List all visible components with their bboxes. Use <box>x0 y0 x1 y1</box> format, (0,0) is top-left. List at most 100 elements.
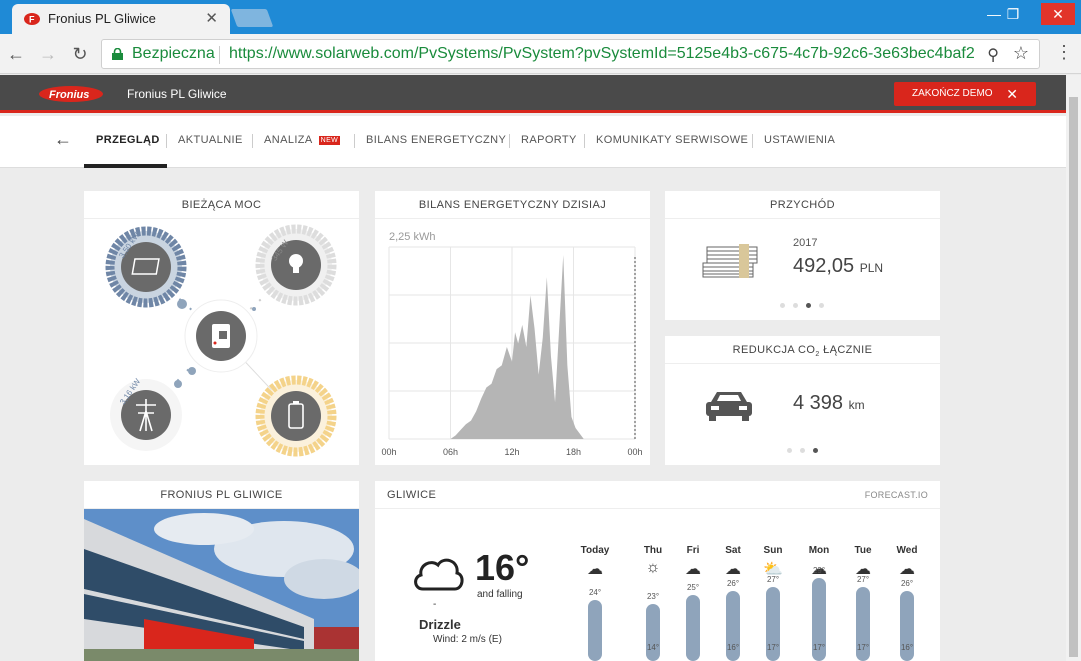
forecast-high-temp: 23° <box>646 592 660 602</box>
site-photo-card: FRONIUS PL GLIWICE <box>84 481 359 661</box>
address-separator <box>219 46 220 64</box>
end-demo-button[interactable]: ZAKOŃCZ DEMO ✕ <box>894 82 1036 106</box>
forecast-temp-bar <box>588 599 602 661</box>
weather-card: GLIWICE FORECAST.IO 16° and falling - Dr… <box>375 481 940 661</box>
tab-analiza[interactable]: ANALIZA NEW <box>264 134 341 146</box>
forward-icon[interactable]: → <box>36 42 60 66</box>
tab-bilans-energetyczny[interactable]: BILANS ENERGETYCZNY <box>366 134 506 146</box>
fronius-logo[interactable]: Fronius <box>38 85 104 103</box>
reload-icon[interactable]: ↻ <box>68 42 92 66</box>
pager-dot[interactable] <box>800 448 805 453</box>
window-close-icon[interactable]: ✕ <box>1041 3 1075 25</box>
browser-menu-icon[interactable]: ⋮ <box>1055 42 1073 63</box>
search-icon[interactable]: ⚲ <box>987 45 999 65</box>
revenue-amount: 492,05 <box>793 255 855 277</box>
pager-dot-active[interactable] <box>813 448 818 453</box>
flow-dot <box>174 380 182 388</box>
load-node[interactable]: 345 W <box>255 224 337 306</box>
co2-unit: km <box>848 398 865 412</box>
co2-card: REDUKCJA CO2 ŁĄCZNIE 4 398 km <box>665 336 940 465</box>
pager-dot[interactable] <box>819 303 824 308</box>
address-bar[interactable]: Bezpieczna https://www.solarweb.com/PvSy… <box>101 39 1040 69</box>
revenue-currency: PLN <box>859 261 884 275</box>
maximize-icon[interactable]: ❐ <box>996 3 1030 25</box>
pager-dot[interactable] <box>787 448 792 453</box>
tab-raporty[interactable]: RAPORTY <box>521 134 577 146</box>
forecast-high-temp: 25° <box>686 583 700 593</box>
chart-x-tick-label: 00h <box>627 447 642 457</box>
browser-tab[interactable]: F Fronius PL Gliwice ✕ <box>12 4 230 34</box>
back-arrow-icon[interactable]: ← <box>54 129 72 150</box>
co2-pager[interactable] <box>787 448 818 453</box>
browser-toolbar: ← → ↻ Bezpieczna https://www.solarweb.co… <box>0 34 1081 74</box>
forecast-low-temp: 17° <box>766 643 780 652</box>
forecast-day-label: Mon <box>808 545 830 556</box>
card-title: BILANS ENERGETYCZNY DZISIAJ <box>375 191 650 219</box>
cloud-icon: ☁ <box>587 561 603 578</box>
wind-info: Wind: 2 m/s (E) <box>433 634 502 645</box>
pager-dot[interactable] <box>793 303 798 308</box>
forecast-day-label: Thu <box>643 545 663 556</box>
forecast-temp-bar <box>646 604 660 661</box>
browser-titlebar: F Fronius PL Gliwice ✕ — ❐ ✕ <box>0 0 1081 34</box>
scrollbar-thumb[interactable] <box>1069 97 1078 657</box>
forecast-day-label: Wed <box>896 545 918 556</box>
new-tab-button[interactable] <box>230 9 274 27</box>
card-title: PRZYCHÓD <box>665 191 940 219</box>
pager-dot[interactable] <box>780 303 785 308</box>
tab-aktualnie[interactable]: AKTUALNIE <box>178 134 243 146</box>
page-scrollbar[interactable] <box>1066 75 1081 661</box>
cloud-large-icon <box>414 558 464 591</box>
power-flow-diagram: 3,50 kW 345 W 3,16 kW <box>105 224 337 457</box>
grid-node[interactable]: 3,16 kW <box>110 377 182 451</box>
money-stack-icon <box>702 244 758 278</box>
forecast-day-label: Sat <box>725 545 741 556</box>
nav-divider <box>509 134 510 148</box>
pager-dot-active[interactable] <box>806 303 811 308</box>
co2-value: 4 398 km <box>793 392 865 415</box>
energy-chart: 00h 06h 12h 18h 00h <box>381 246 643 457</box>
secure-label: Bezpieczna <box>132 45 215 62</box>
tab-close-icon[interactable]: ✕ <box>205 9 218 27</box>
tab-przeglad[interactable]: PRZEGLĄD <box>96 134 160 146</box>
chart-x-axis: 00h 06h 12h 18h 00h <box>381 447 642 457</box>
forecast-day-label: Today <box>580 545 610 556</box>
co2-title: REDUKCJA CO <box>732 344 816 356</box>
chart-x-tick-label: 18h <box>566 447 581 457</box>
inverter-screen <box>219 331 227 339</box>
site-photo[interactable] <box>84 509 359 661</box>
revenue-pager[interactable] <box>780 303 824 308</box>
lock-icon <box>112 48 123 60</box>
bookmark-star-icon[interactable]: ☆ <box>1013 43 1029 64</box>
tab-ustawienia[interactable]: USTAWIENIA <box>764 134 835 146</box>
energy-balance-card: BILANS ENERGETYCZNY DZISIAJ 2,25 kWh 00h… <box>375 191 650 465</box>
main-nav: ← PRZEGLĄD AKTUALNIE ANALIZA NEW BILANS E… <box>0 116 1066 168</box>
flow-dot <box>177 299 187 309</box>
forecast-provider[interactable]: FORECAST.IO <box>865 490 928 500</box>
nav-divider <box>354 134 355 148</box>
forecast-high-temp: 29° <box>812 565 826 575</box>
tab-analiza-label: ANALIZA <box>264 134 313 146</box>
back-icon[interactable]: ← <box>4 42 28 66</box>
car-icon <box>706 392 752 421</box>
card-title: BIEŻĄCA MOC <box>84 191 359 219</box>
co2-title-end: ŁĄCZNIE <box>819 344 873 356</box>
flow-dot <box>252 307 256 311</box>
forecast-high-temp: 24° <box>588 587 602 597</box>
temperature-trend: and falling <box>477 589 523 600</box>
card-title: FRONIUS PL GLIWICE <box>84 481 359 509</box>
pv-node[interactable]: 3,50 kW <box>105 226 187 308</box>
tab-komunikaty-serwisowe[interactable]: KOMUNIKATY SERWISOWE <box>596 134 748 146</box>
co2-amount: 4 398 <box>793 392 844 414</box>
fronius-favicon-icon: F <box>24 13 40 25</box>
revenue-card: PRZYCHÓD 2017 492,05 PLN <box>665 191 940 320</box>
weather-dash: - <box>433 599 437 610</box>
forecast-high-temp: 27° <box>766 574 780 584</box>
forecast-day-label: Sun <box>763 545 783 556</box>
battery-node[interactable] <box>255 375 337 457</box>
chart-x-tick-label: 00h <box>381 447 396 457</box>
forecast-low-temp: 17° <box>812 643 826 652</box>
chart-x-tick-label: 06h <box>443 447 458 457</box>
inverter-node[interactable] <box>184 299 258 373</box>
url-text[interactable]: https://www.solarweb.com/PvSystems/PvSys… <box>229 45 975 63</box>
